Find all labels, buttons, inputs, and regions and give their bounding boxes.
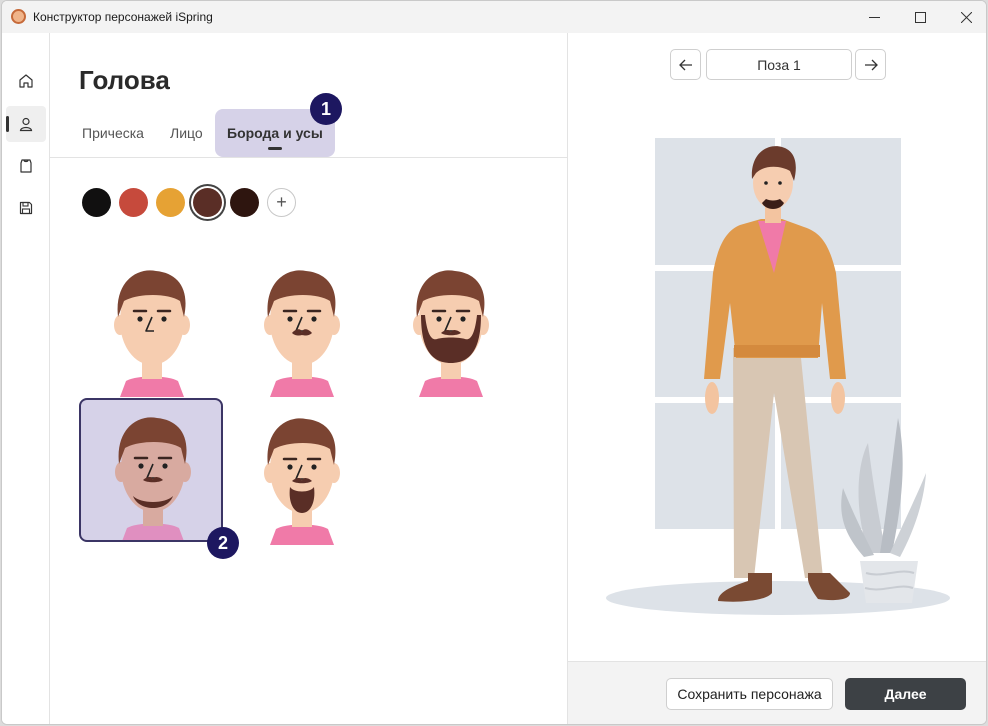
face-thumbnail [264, 418, 340, 545]
side-navigation [2, 33, 50, 724]
person-icon [19, 117, 33, 132]
color-swatch-orange[interactable] [156, 188, 185, 217]
character-illustration [606, 138, 950, 615]
app-window: Конструктор персонажей iSpring Голова Пр… [1, 0, 987, 725]
color-swatch-red[interactable] [119, 188, 148, 217]
page-title: Голова [79, 65, 170, 95]
color-swatch-dark-brown[interactable] [230, 188, 259, 217]
app-logo-icon [11, 9, 26, 24]
face-thumbnail [413, 270, 489, 397]
maximize-button[interactable] [897, 1, 943, 33]
divider [50, 157, 567, 158]
shirt-icon [20, 159, 32, 173]
color-swatch-brown[interactable] [193, 188, 222, 217]
nav-clothing[interactable] [6, 148, 46, 184]
color-swatch-black[interactable] [82, 188, 111, 217]
nav-save[interactable] [6, 190, 46, 226]
plus-icon: + [276, 192, 287, 212]
face-thumbnail [264, 270, 340, 397]
nav-character[interactable] [6, 106, 46, 142]
add-color-button[interactable]: + [267, 188, 296, 217]
minimize-icon [868, 16, 880, 18]
beard-option-goatee[interactable] [79, 398, 223, 542]
nav-home[interactable] [6, 63, 46, 99]
next-button[interactable]: Далее [845, 678, 966, 710]
window-title: Конструктор персонажей iSpring [33, 10, 213, 24]
tab-hairstyle[interactable]: Прическа [70, 109, 156, 157]
close-button[interactable] [943, 1, 986, 33]
home-icon [19, 74, 33, 88]
save-disk-icon [19, 201, 33, 215]
save-character-button[interactable]: Сохранить персонажа [666, 678, 833, 710]
settings-panel: Голова Прическа Лицо Борода и усы 1 + 2 [50, 33, 567, 724]
maximize-icon [914, 11, 926, 23]
tutorial-marker-2: 2 [207, 527, 239, 559]
beard-option-van-dyke[interactable] [230, 401, 374, 545]
face-thumbnail [115, 417, 191, 540]
beard-option-full-beard[interactable] [379, 253, 523, 397]
title-bar: Конструктор персонажей iSpring [2, 1, 986, 33]
minimize-button[interactable] [851, 1, 897, 33]
tutorial-marker-1: 1 [310, 93, 342, 125]
character-preview: Поза 1 [567, 33, 986, 661]
beard-option-mustache[interactable] [230, 253, 374, 397]
tab-face[interactable]: Лицо [158, 109, 215, 157]
beard-option-none[interactable] [80, 253, 224, 397]
close-icon [960, 11, 972, 23]
footer-bar: Сохранить персонажа Далее [567, 661, 986, 724]
face-thumbnail [114, 270, 190, 397]
